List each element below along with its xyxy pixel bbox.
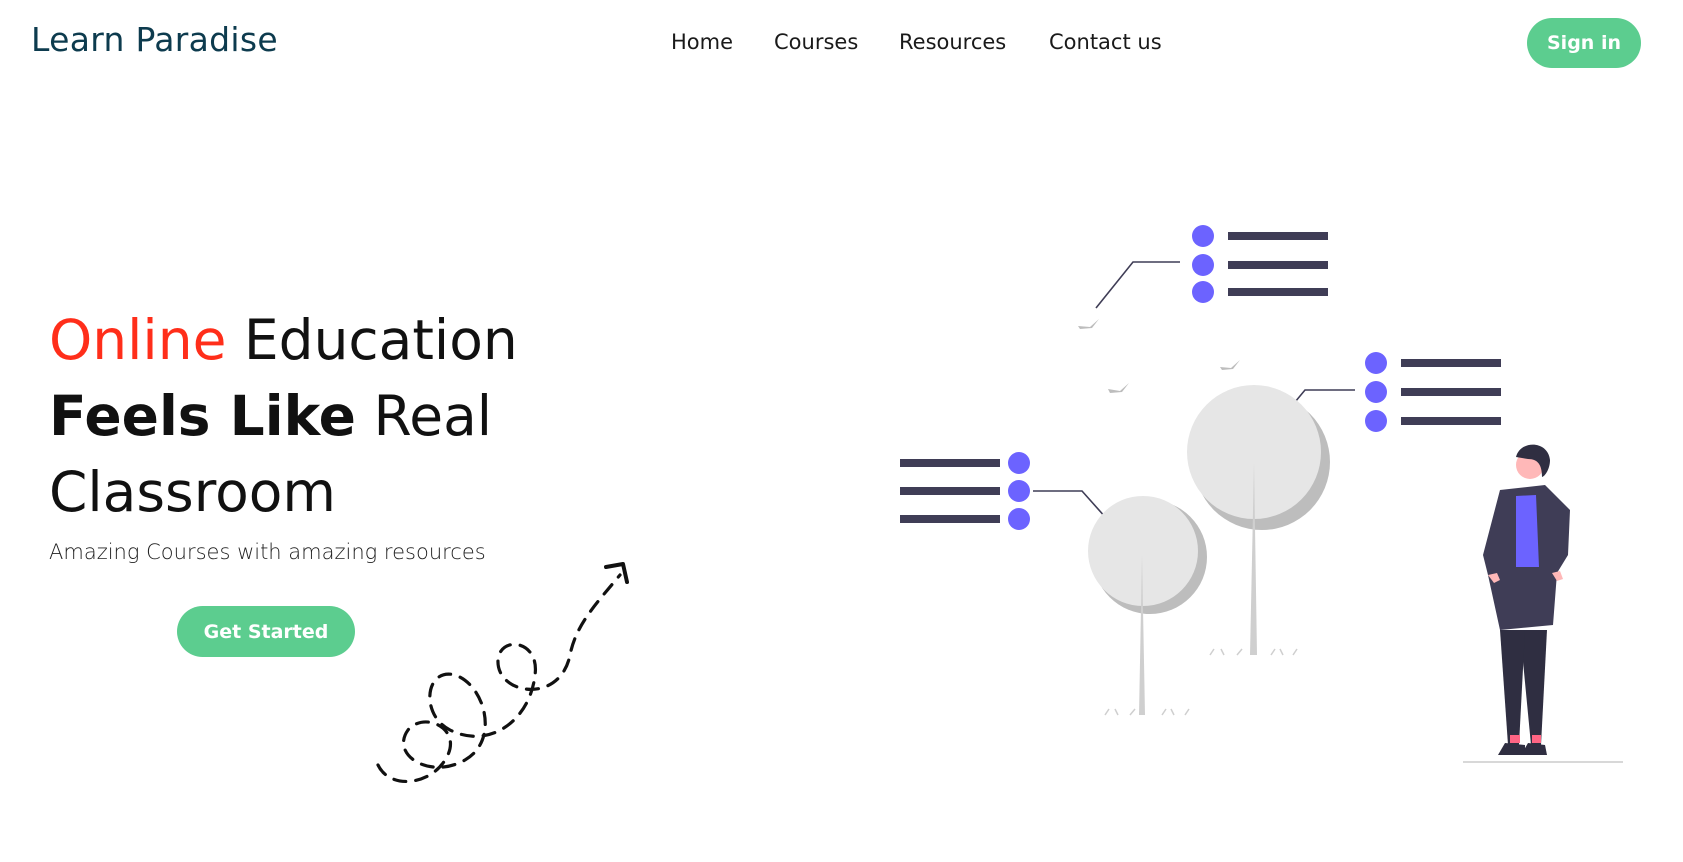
nav-contact[interactable]: Contact us xyxy=(1049,30,1162,54)
hero-title-part: Classroom xyxy=(49,460,336,524)
nav-courses[interactable]: Courses xyxy=(774,30,858,54)
list-icon-right xyxy=(1365,352,1501,432)
signin-button[interactable]: Sign in xyxy=(1527,18,1641,68)
hero-title-part: Education xyxy=(226,308,518,372)
hero-title-bold: Feels Like xyxy=(49,384,356,448)
dashed-arrow-squiggle-icon xyxy=(376,562,629,783)
hero-title-part: Real xyxy=(356,384,493,448)
hero-title: Online Education Feels Like Real Classro… xyxy=(49,302,518,530)
person-with-trees-illustration-icon xyxy=(900,225,1623,763)
hero-title-accent: Online xyxy=(49,308,227,372)
nav-resources[interactable]: Resources xyxy=(899,30,1006,54)
list-icon-top xyxy=(1192,225,1328,303)
main-nav: Home Courses Resources Contact us xyxy=(0,30,1683,60)
list-icon-left xyxy=(900,452,1030,530)
person-figure xyxy=(1483,444,1570,755)
nav-home[interactable]: Home xyxy=(671,30,733,54)
get-started-button[interactable]: Get Started xyxy=(177,606,355,657)
